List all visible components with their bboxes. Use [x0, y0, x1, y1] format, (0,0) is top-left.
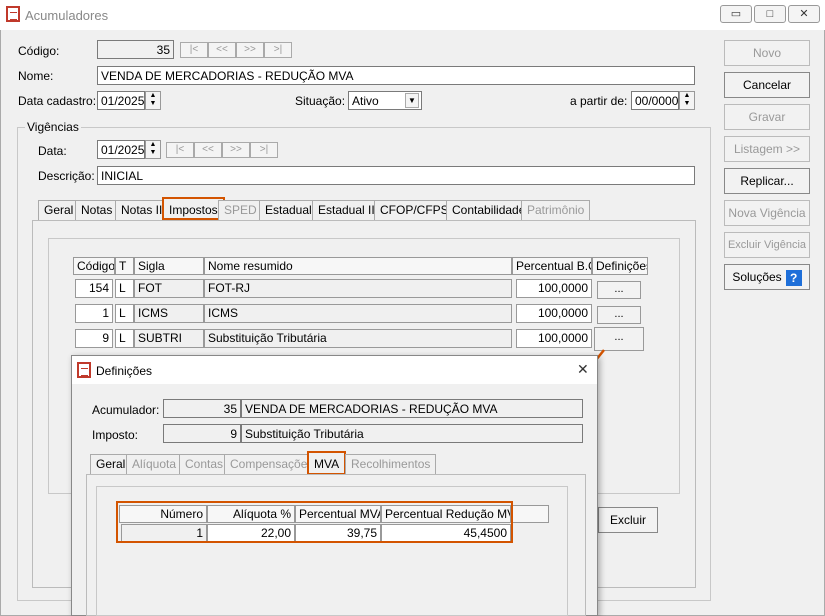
imposto-name-field: Substituição Tributária — [241, 424, 583, 443]
imposto-code-field: 9 — [163, 424, 241, 443]
acumulador-name-field: VENDA DE MERCADORIAS - REDUÇÃO MVA — [241, 399, 583, 418]
dialog-tab-aliquota[interactable]: Alíquota — [126, 454, 183, 474]
dialog-app-icon — [77, 362, 91, 378]
dialog-tab-mva[interactable]: MVA — [307, 451, 347, 475]
imposto-label: Imposto: — [92, 428, 139, 442]
mva-highlight-box — [116, 501, 513, 543]
definicoes-dialog: Definições ✕ Acumulador: 35 VENDA DE MER… — [71, 355, 598, 616]
acumulador-code-field: 35 — [163, 399, 241, 418]
dialog-title: Definições — [96, 364, 153, 378]
dialog-close-icon[interactable]: ✕ — [577, 361, 589, 378]
dialog-tab-recolhimentos[interactable]: Recolhimentos — [345, 454, 437, 474]
col-header-empty — [511, 505, 549, 523]
dialog-tab-compensacoes[interactable]: Compensações — [224, 454, 320, 474]
acumulador-label: Acumulador: — [92, 403, 160, 417]
dialog-tab-contas[interactable]: Contas — [179, 454, 230, 474]
